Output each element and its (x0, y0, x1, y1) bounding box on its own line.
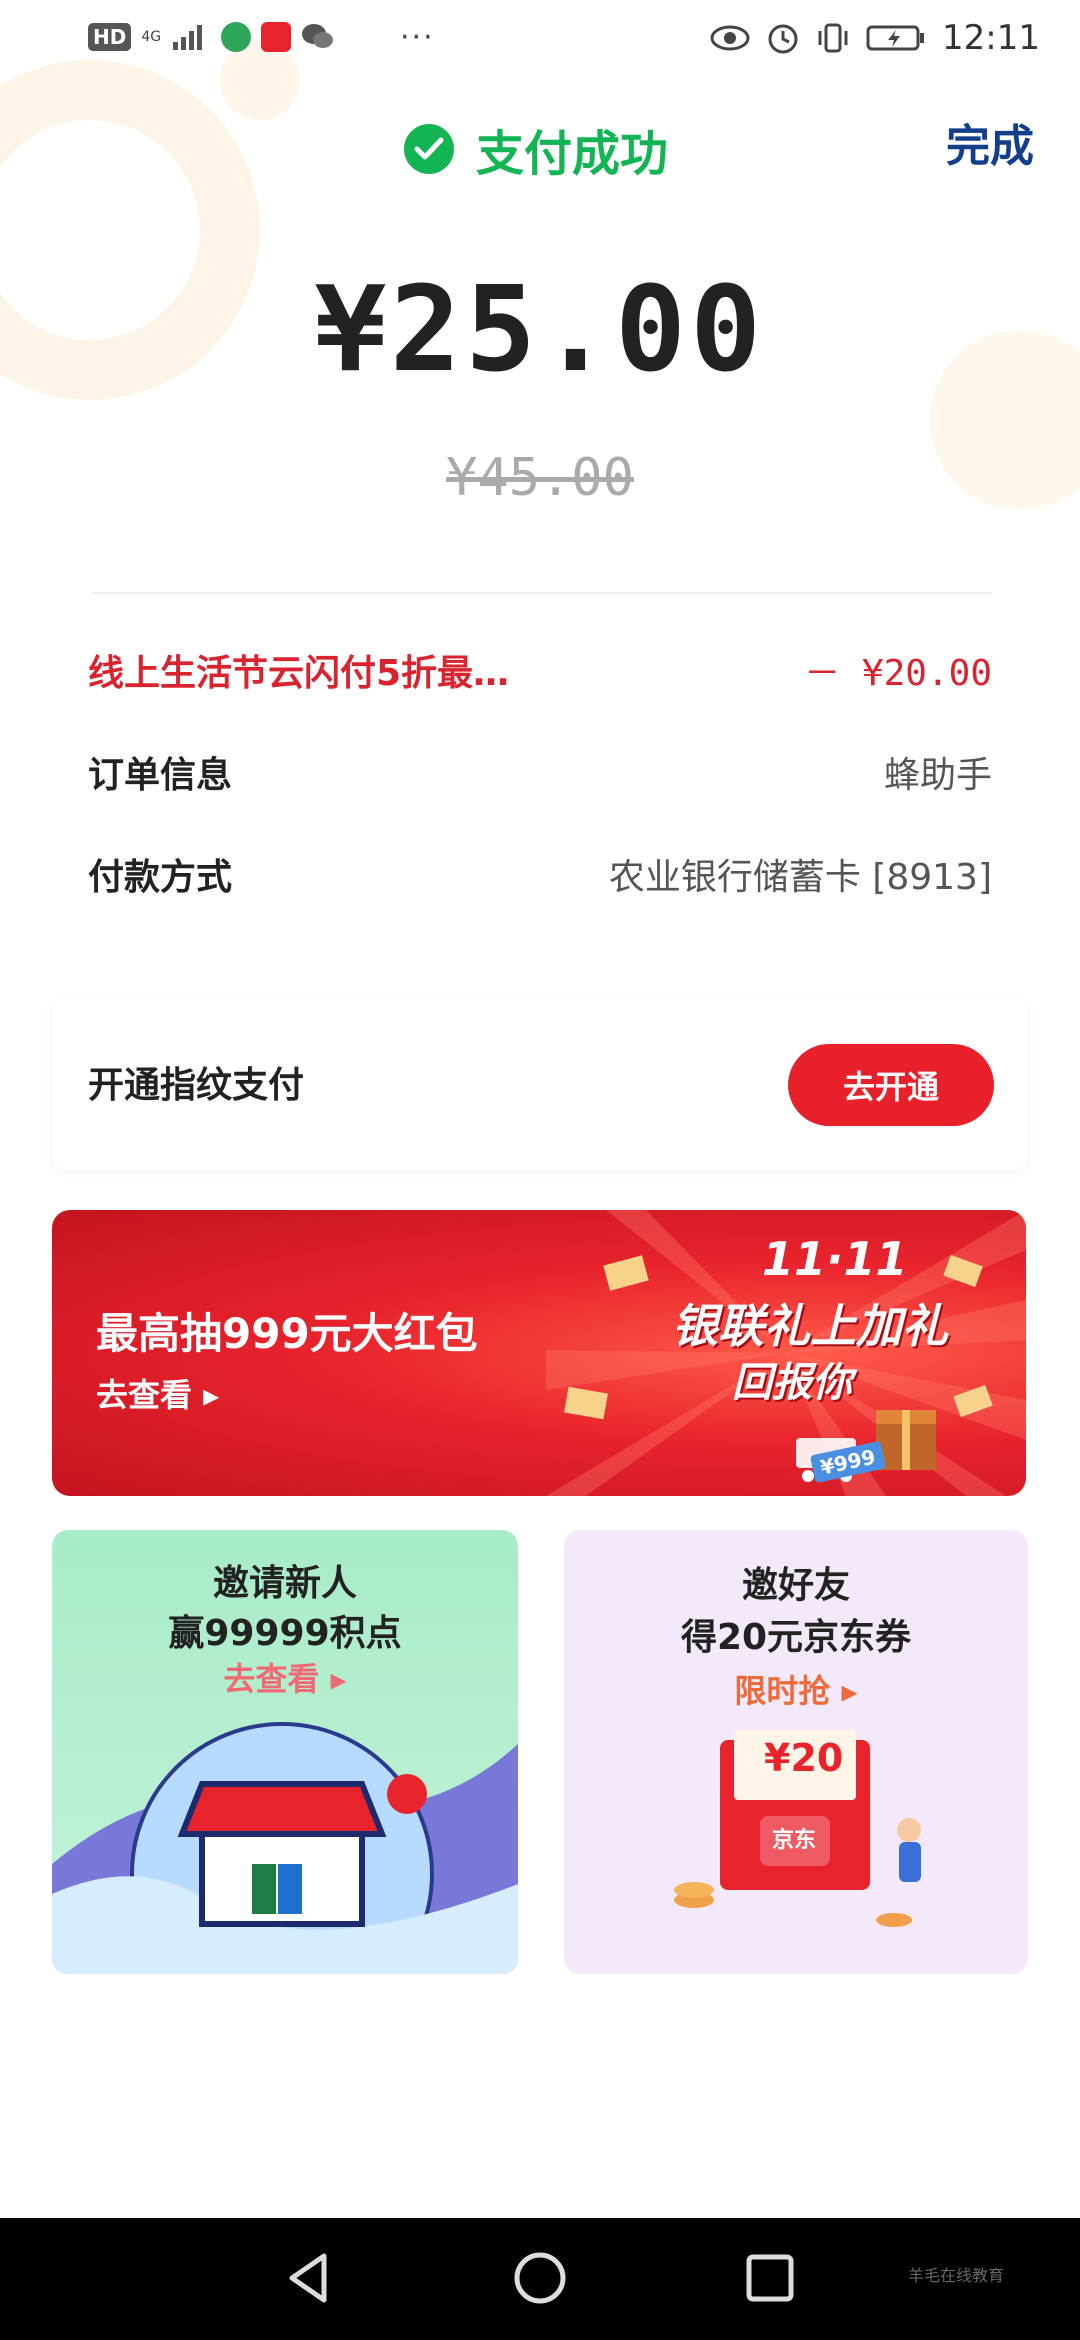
back-icon[interactable] (280, 2248, 340, 2308)
clock: 12:11 (942, 18, 1040, 58)
promo-discount: － ¥20.00 (804, 653, 992, 694)
home-icon[interactable] (510, 2248, 570, 2308)
fingerprint-pay-label: 开通指纹支付 (88, 1065, 305, 1106)
done-button[interactable]: 完成 (946, 110, 1034, 174)
vibrate-icon (818, 23, 848, 53)
promo-row: 线上生活节云闪付5折最… － ¥20.00 (88, 640, 992, 700)
gift-box-icon (876, 1410, 936, 1470)
order-info-label: 订单信息 (88, 755, 233, 796)
banner-slogan-sub: 回报你 (732, 1360, 852, 1406)
success-check-icon (404, 124, 454, 174)
payment-method-value: 农业银行储蓄卡 [8913] (608, 857, 992, 898)
result-header: 支付成功 完成 (0, 100, 1080, 190)
app-red-icon (261, 22, 292, 52)
hd-indicator: HD (88, 23, 132, 51)
payment-method-row: 付款方式 农业银行储蓄卡 [8913] (88, 844, 992, 904)
battery-icon (866, 25, 925, 51)
banner-view-link[interactable]: 去查看 ▸ (96, 1370, 219, 1416)
store-icon (177, 1781, 387, 1927)
original-amount: ¥45.00 (446, 448, 634, 508)
red-packet-banner[interactable]: 最高抽999元大红包 去查看 ▸ 11·11 银联礼上加礼 回报你 ¥999 (52, 1210, 1026, 1496)
banner-slogan-main: 银联礼上加礼 (672, 1299, 948, 1353)
banner-title: 最高抽999元大红包 (96, 1309, 478, 1358)
alarm-icon (768, 24, 798, 54)
friend-card-title-line2: 得20元京东券 (680, 1617, 912, 1658)
order-info-row: 订单信息 蜂助手 (88, 742, 992, 802)
recents-icon[interactable] (740, 2248, 800, 2308)
invite-card-link[interactable]: 去查看 ▸ (52, 1654, 518, 1700)
invite-friend-card[interactable]: 邀好友 得20元京东券 限时抢 ▸ ¥20 京东 (564, 1530, 1028, 1974)
network-type: 4G (141, 29, 162, 45)
friend-card-title-line1: 邀好友 (741, 1565, 850, 1606)
store-globe-illustration (52, 1722, 518, 1974)
invite-new-user-card[interactable]: 邀请新人 赢99999积点 去查看 ▸ (52, 1530, 518, 1974)
wechat-icon (302, 24, 334, 48)
invite-card-title-line2: 赢99999积点 (168, 1613, 402, 1654)
banner-slogan-date: 11·11 (762, 1232, 908, 1286)
signal-icon (173, 25, 203, 50)
coupon-amount: ¥20 (764, 1736, 844, 1780)
promo-label: 线上生活节云闪付5折最… (88, 653, 510, 694)
payment-status-text: 支付成功 (476, 126, 669, 182)
eye-icon (710, 25, 750, 51)
watermark-text: 羊毛在线教育 (908, 2266, 1005, 2285)
fingerprint-pay-card: 开通指纹支付 去开通 (52, 998, 1028, 1170)
payment-method-label: 付款方式 (88, 857, 233, 898)
app-icon (221, 22, 252, 52)
system-navigation-bar: 羊毛在线教育 (0, 2218, 1080, 2340)
jd-brand-label: 京东 (772, 1828, 817, 1853)
friend-card-link[interactable]: 限时抢 ▸ (564, 1666, 1028, 1712)
paid-amount: ¥25.00 (314, 260, 766, 398)
enable-fingerprint-button[interactable]: 去开通 (788, 1044, 994, 1126)
payment-status: 支付成功 (404, 114, 668, 184)
order-info-value: 蜂助手 (883, 755, 992, 796)
invite-card-title-line1: 邀请新人 (212, 1563, 357, 1604)
more-indicator: ··· (400, 20, 435, 55)
status-bar: HD 4G ··· 12:11 (0, 0, 1080, 80)
divider (92, 592, 992, 594)
